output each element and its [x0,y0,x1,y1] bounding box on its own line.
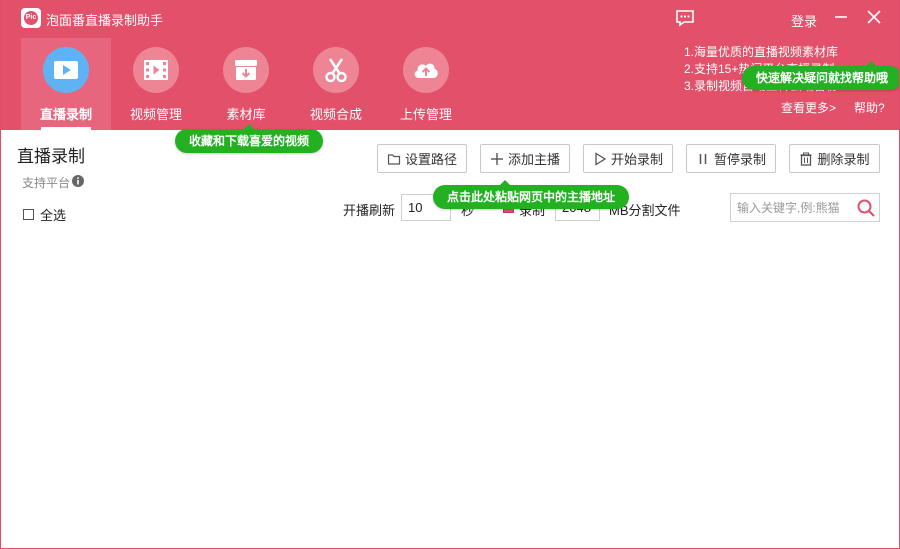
trash-icon [800,152,812,166]
start-record-button[interactable]: 开始录制 [583,144,673,173]
app-logo: Pic [21,8,41,28]
pause-record-label: 暂停录制 [713,152,766,167]
nav-upload-manage-circle [403,47,449,93]
login-link[interactable]: 登录 [791,11,817,30]
nav-video-compose-label: 视频合成 [309,107,362,122]
search-input[interactable] [737,200,853,215]
nav-video-manage[interactable]: 视频管理 [111,38,201,130]
select-all[interactable]: 全选 [23,205,66,224]
view-more-link[interactable]: 查看更多> [781,99,836,116]
pause-record-button[interactable]: 暂停录制 [686,144,776,173]
nav-live-record-label: 直播录制 [39,107,92,122]
start-record-label: 开始录制 [610,152,663,167]
folder-icon [387,153,401,165]
select-all-checkbox[interactable] [23,209,34,220]
scissors-icon [325,58,347,83]
material-tooltip: 收藏和下载喜爱的视频 [175,124,324,153]
nav-upload-manage[interactable]: 上传管理 [381,38,471,130]
add-streamer-tooltip: 点击此处粘贴网页中的主播地址 [433,180,630,209]
add-streamer-label: 添加主播 [507,152,560,167]
nav-live-record-circle [43,47,89,93]
cloud-upload-icon [414,63,438,78]
supported-platforms-label: 支持平台 [22,176,71,190]
search-box [730,193,880,222]
refresh-label: 开播刷新 [343,203,396,218]
app-logo-text: Pic [24,11,38,25]
nav-upload-manage-label: 上传管理 [399,107,452,122]
info-icon[interactable] [72,175,84,187]
delete-record-label: 删除录制 [817,152,870,167]
select-all-label: 全选 [40,208,67,223]
app-window: Pic 泡面番直播录制助手 登录 直播录制 视频管理 素材库 视频合成 上传管理… [0,0,900,549]
nav-video-manage-label: 视频管理 [129,107,182,122]
search-icon[interactable] [857,199,875,217]
close-icon[interactable] [865,8,883,26]
nav-video-compose-circle [313,47,359,93]
help-tooltip: 快速解决疑问就找帮助哦 [742,61,899,90]
set-path-label: 设置路径 [404,152,457,167]
app-title: 泡面番直播录制助手 [46,13,164,28]
nav-material-library-circle [223,47,269,93]
nav-live-record[interactable]: 直播录制 [21,38,111,130]
minimize-icon[interactable] [832,8,850,26]
nav-video-compose[interactable]: 视频合成 [291,38,381,130]
material-library-icon [235,60,257,80]
promo-line: 1.海量优质的直播视频素材库 [684,45,839,59]
plus-icon [490,152,503,165]
pause-icon [699,153,707,164]
header-bar: Pic 泡面番直播录制助手 登录 直播录制 视频管理 素材库 视频合成 上传管理… [1,0,899,130]
delete-record-button[interactable]: 删除录制 [789,144,880,173]
nav-video-manage-circle [133,47,179,93]
add-streamer-button[interactable]: 添加主播 [480,144,570,173]
video-manage-icon [144,60,168,80]
feedback-icon[interactable] [675,9,695,27]
nav-material-library[interactable]: 素材库 [201,38,291,130]
live-record-icon [54,61,78,79]
play-icon [595,151,607,166]
set-path-button[interactable]: 设置路径 [377,144,467,173]
nav-material-library-label: 素材库 [226,107,266,122]
help-link[interactable]: 帮助? [854,99,885,116]
page-title: 直播录制 [17,147,85,166]
